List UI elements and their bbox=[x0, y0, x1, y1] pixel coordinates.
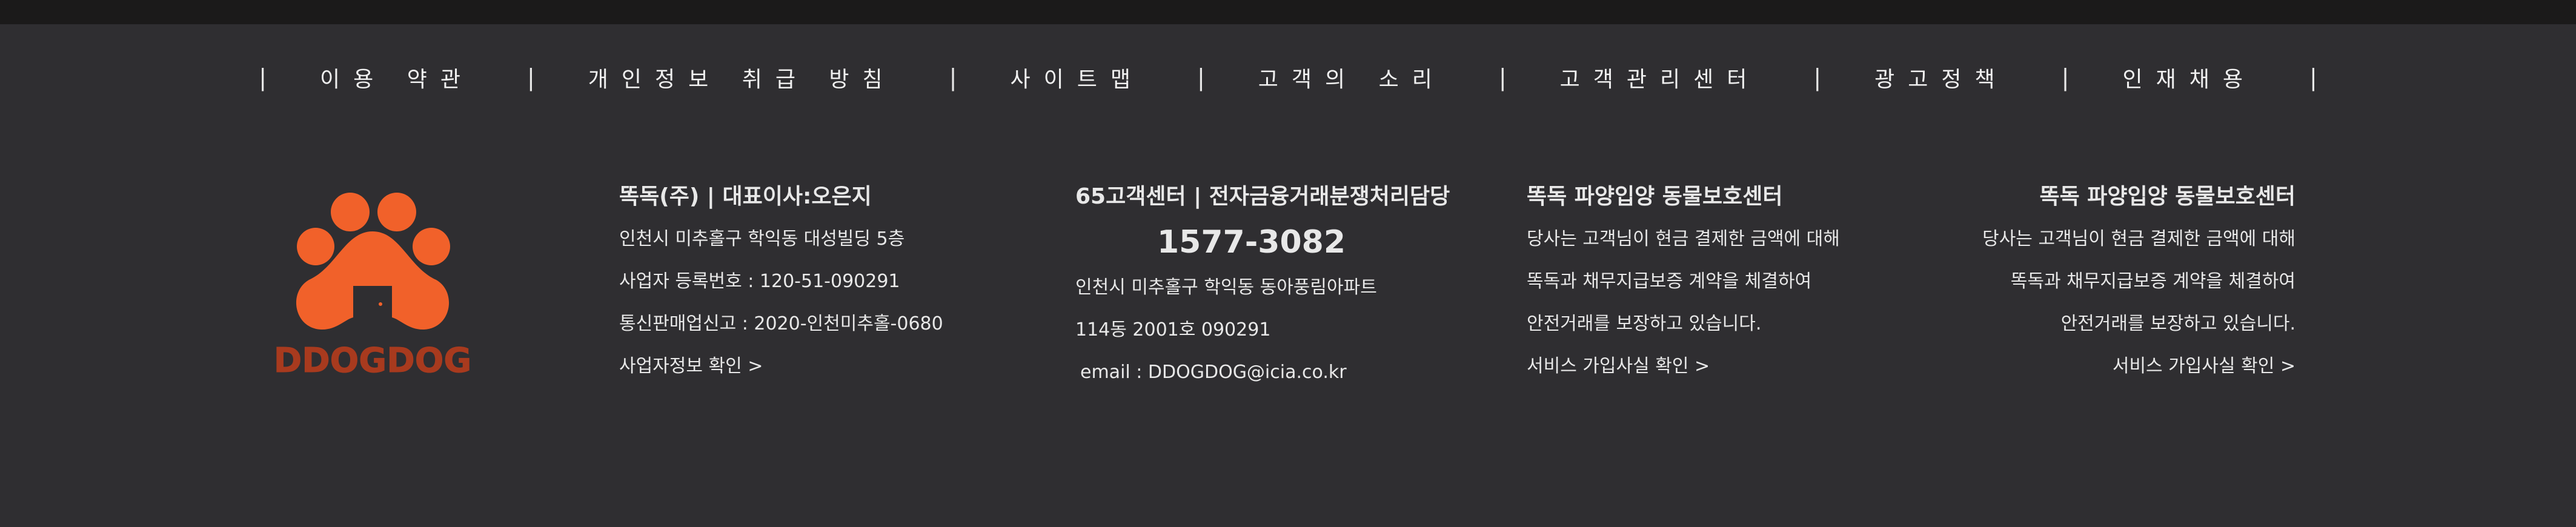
customer-center-address-line2: 114동 2001호 090291 bbox=[1075, 319, 1271, 340]
business-number: 사업자 등록번호 : 120-51-090291 bbox=[619, 271, 900, 292]
protection-right-link[interactable]: 서비스 가입사실 확인 > bbox=[1982, 345, 2295, 388]
nav-link-sitemap[interactable]: 사이트맵 bbox=[986, 62, 1167, 93]
protection-left-line3: 안전거래를 보장하고 있습니다. bbox=[1527, 313, 1762, 334]
company-title: 똑독(주) | 대표이사:오은지 bbox=[619, 184, 872, 209]
protection-left-line2: 똑독과 채무지급보증 계약을 체결하여 bbox=[1527, 271, 1812, 292]
nav-separator: | bbox=[949, 64, 957, 91]
logo-wordmark: DDOGDOG bbox=[276, 341, 470, 380]
company-info: 똑독(주) | 대표이사:오은지 인천시 미추홀구 학익동 대성빌딩 5층 사업… bbox=[619, 176, 943, 388]
nav-link-ad-policy[interactable]: 광고정책 bbox=[1850, 62, 2032, 93]
company-address: 인천시 미추홀구 학익동 대성빌딩 5층 bbox=[619, 228, 905, 250]
customer-center-address-line1: 인천시 미추홀구 학익동 동아풍림아파트 bbox=[1075, 277, 1377, 298]
nav-link-customer-voice[interactable]: 고객의 소리 bbox=[1234, 62, 1470, 93]
top-dark-bar bbox=[0, 0, 2576, 24]
protection-right-line2: 똑독과 채무지급보증 계약을 체결하여 bbox=[2010, 271, 2295, 292]
nav-separator: | bbox=[1197, 64, 1205, 91]
footer-nav: | 이용 약관 | 개인정보 취급 방침 | 사이트맵 | 고객의 소리 | 고… bbox=[0, 24, 2576, 131]
customer-center-email[interactable]: email : DDOGDOG@icia.co.kr bbox=[1075, 351, 1450, 394]
nav-separator: | bbox=[1813, 64, 1822, 91]
nav-separator: | bbox=[526, 64, 535, 91]
protection-left-link[interactable]: 서비스 가입사실 확인 > bbox=[1527, 345, 1840, 388]
nav-link-careers[interactable]: 인재채용 bbox=[2098, 62, 2280, 93]
customer-center-phone[interactable]: 1577-3082 bbox=[1075, 218, 1450, 267]
nav-separator: | bbox=[1498, 64, 1507, 91]
paw-logo-icon: DDOGDOG bbox=[273, 193, 472, 381]
mail-order-registration: 통신판매업신고 : 2020-인천미추홀-0680 bbox=[619, 313, 943, 334]
protection-center-left: 똑독 파양입양 동물보호센터 당사는 고객님이 현금 결제한 금액에 대해 똑독… bbox=[1527, 176, 1840, 388]
protection-left-line1: 당사는 고객님이 현금 결제한 금액에 대해 bbox=[1527, 228, 1840, 250]
footer-nav-list: | 이용 약관 | 개인정보 취급 방침 | 사이트맵 | 고객의 소리 | 고… bbox=[230, 62, 2346, 93]
nav-link-terms[interactable]: 이용 약관 bbox=[296, 62, 498, 93]
protection-left-title: 똑독 파양입양 동물보호센터 bbox=[1527, 184, 1783, 209]
nav-separator: | bbox=[259, 64, 267, 91]
nav-link-privacy-policy[interactable]: 개인정보 취급 방침 bbox=[564, 62, 920, 93]
protection-center-right: 똑독 파양입양 동물보호센터 당사는 고객님이 현금 결제한 금액에 대해 똑독… bbox=[1982, 176, 2295, 388]
nav-separator: | bbox=[2061, 64, 2070, 91]
protection-right-line3: 안전거래를 보장하고 있습니다. bbox=[2060, 313, 2295, 334]
nav-separator: | bbox=[2309, 64, 2317, 91]
protection-right-line1: 당사는 고객님이 현금 결제한 금액에 대해 bbox=[1982, 228, 2295, 250]
ddogdog-logo[interactable]: DDOGDOG bbox=[273, 189, 472, 383]
nav-link-customer-center[interactable]: 고객관리센터 bbox=[1536, 62, 1785, 93]
business-info-link[interactable]: 사업자정보 확인 > bbox=[619, 345, 943, 388]
customer-center-title: 65고객센터 | 전자금융거래분쟁처리담당 bbox=[1075, 184, 1450, 209]
customer-center-info: 65고객센터 | 전자금융거래분쟁처리담당 1577-3082 인천시 미추홀구… bbox=[1075, 176, 1450, 394]
protection-right-title: 똑독 파양입양 동물보호센터 bbox=[2039, 184, 2295, 209]
